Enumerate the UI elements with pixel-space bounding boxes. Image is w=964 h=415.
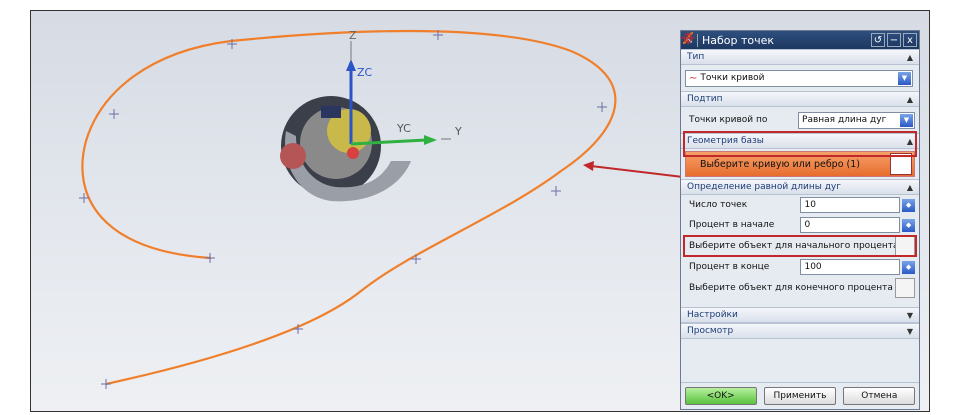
- end-percent-label: Процент в конце: [689, 262, 770, 272]
- point-marker: [411, 254, 421, 264]
- section-preview-header[interactable]: Просмотр ▼: [681, 323, 919, 339]
- screenshot-frame: Z ZC YC Y ➘ Набор точек ↺ − x Тип ▲ ∼ То…: [30, 10, 930, 412]
- chevron-up-icon: ▲: [906, 52, 913, 62]
- points-label: Число точек: [689, 200, 748, 210]
- point-marker: [101, 379, 111, 389]
- axis-z-label: Z: [349, 29, 357, 42]
- type-select-value: Точки кривой: [700, 73, 765, 83]
- chevron-down-icon: ▼: [906, 310, 913, 320]
- spline-curve[interactable]: [81, 29, 617, 386]
- start-percent-field[interactable]: 0: [800, 217, 901, 233]
- section-type-label: Тип: [687, 52, 705, 62]
- crosshair-icon[interactable]: [681, 31, 915, 256]
- section-type-header[interactable]: Тип ▲: [681, 49, 919, 65]
- chevron-up-icon: ▲: [906, 94, 913, 104]
- section-subtype-label: Подтип: [687, 94, 723, 104]
- gear-model[interactable]: [280, 96, 411, 202]
- point-marker: [109, 109, 119, 119]
- subtype-select-value: Равная длина дуг: [802, 115, 887, 125]
- start-object-label: Выберите объект для начального процента: [689, 241, 895, 251]
- section-arc-label: Определение равной длины дуг: [687, 182, 841, 192]
- axis-y-label: Y: [454, 125, 462, 138]
- section-subtype-header[interactable]: Подтип ▲: [681, 91, 919, 107]
- graphics-viewport[interactable]: Z ZC YC Y ➘ Набор точек ↺ − x Тип ▲ ∼ То…: [31, 11, 929, 411]
- points-field[interactable]: 10: [800, 197, 901, 213]
- section-arc-header[interactable]: Определение равной длины дуг ▲: [681, 179, 919, 195]
- section-base-label: Геометрия базы: [687, 136, 764, 146]
- apply-button[interactable]: Применить: [763, 387, 836, 405]
- spinner-icon[interactable]: ◆: [902, 198, 915, 212]
- point-marker: [205, 253, 215, 263]
- point-marker: [551, 186, 561, 196]
- close-button[interactable]: x: [903, 33, 917, 47]
- axis-yc-label: YC: [396, 122, 411, 135]
- subtype-select[interactable]: Равная длина дуг ▼: [798, 111, 915, 129]
- section-settings-label: Настройки: [687, 310, 738, 320]
- select-curve-label: Выберите кривую или ребро (1): [700, 158, 860, 170]
- point-marker: [597, 102, 607, 112]
- section-settings-header[interactable]: Настройки ▼: [681, 307, 919, 323]
- end-object-label: Выберите объект для конечного процента: [689, 283, 893, 293]
- axis-zc-label: ZC: [357, 66, 373, 79]
- point-set-dialog: ➘ Набор точек ↺ − x Тип ▲ ∼ Точки кривой…: [680, 30, 920, 410]
- dialog-title: Набор точек: [697, 33, 871, 47]
- end-percent-field[interactable]: 100: [800, 259, 901, 275]
- dialog-titlebar[interactable]: ➘ Набор точек ↺ − x: [681, 31, 919, 49]
- select-curve-row[interactable]: Выберите кривую или ребро (1): [682, 32, 915, 177]
- crosshair-icon[interactable]: [681, 31, 915, 298]
- reset-button[interactable]: ↺: [871, 33, 885, 47]
- minimize-button[interactable]: −: [887, 33, 901, 47]
- spinner-icon[interactable]: ◆: [902, 260, 915, 274]
- curve-selector-icon[interactable]: [682, 32, 912, 175]
- curve-icon: ∼: [689, 72, 698, 84]
- chevron-down-icon[interactable]: ▼: [900, 113, 913, 127]
- dialog-button-bar: <OK> Применить Отмена: [681, 382, 919, 409]
- ok-button[interactable]: <OK>: [684, 387, 757, 405]
- chevron-down-icon[interactable]: ▼: [898, 71, 911, 85]
- type-select[interactable]: ∼ Точки кривой ▼: [685, 69, 913, 87]
- spinner-icon[interactable]: ◆: [902, 218, 915, 232]
- subtype-label: Точки кривой по: [689, 115, 768, 125]
- chevron-up-icon: ▲: [906, 182, 913, 192]
- cancel-button[interactable]: Отмена: [843, 387, 916, 405]
- chevron-up-icon: ▲: [906, 136, 913, 146]
- section-preview-label: Просмотр: [687, 326, 734, 336]
- start-percent-label: Процент в начале: [689, 220, 775, 230]
- chevron-down-icon: ▼: [906, 326, 913, 336]
- section-base-header[interactable]: Геометрия базы ▲: [681, 133, 919, 149]
